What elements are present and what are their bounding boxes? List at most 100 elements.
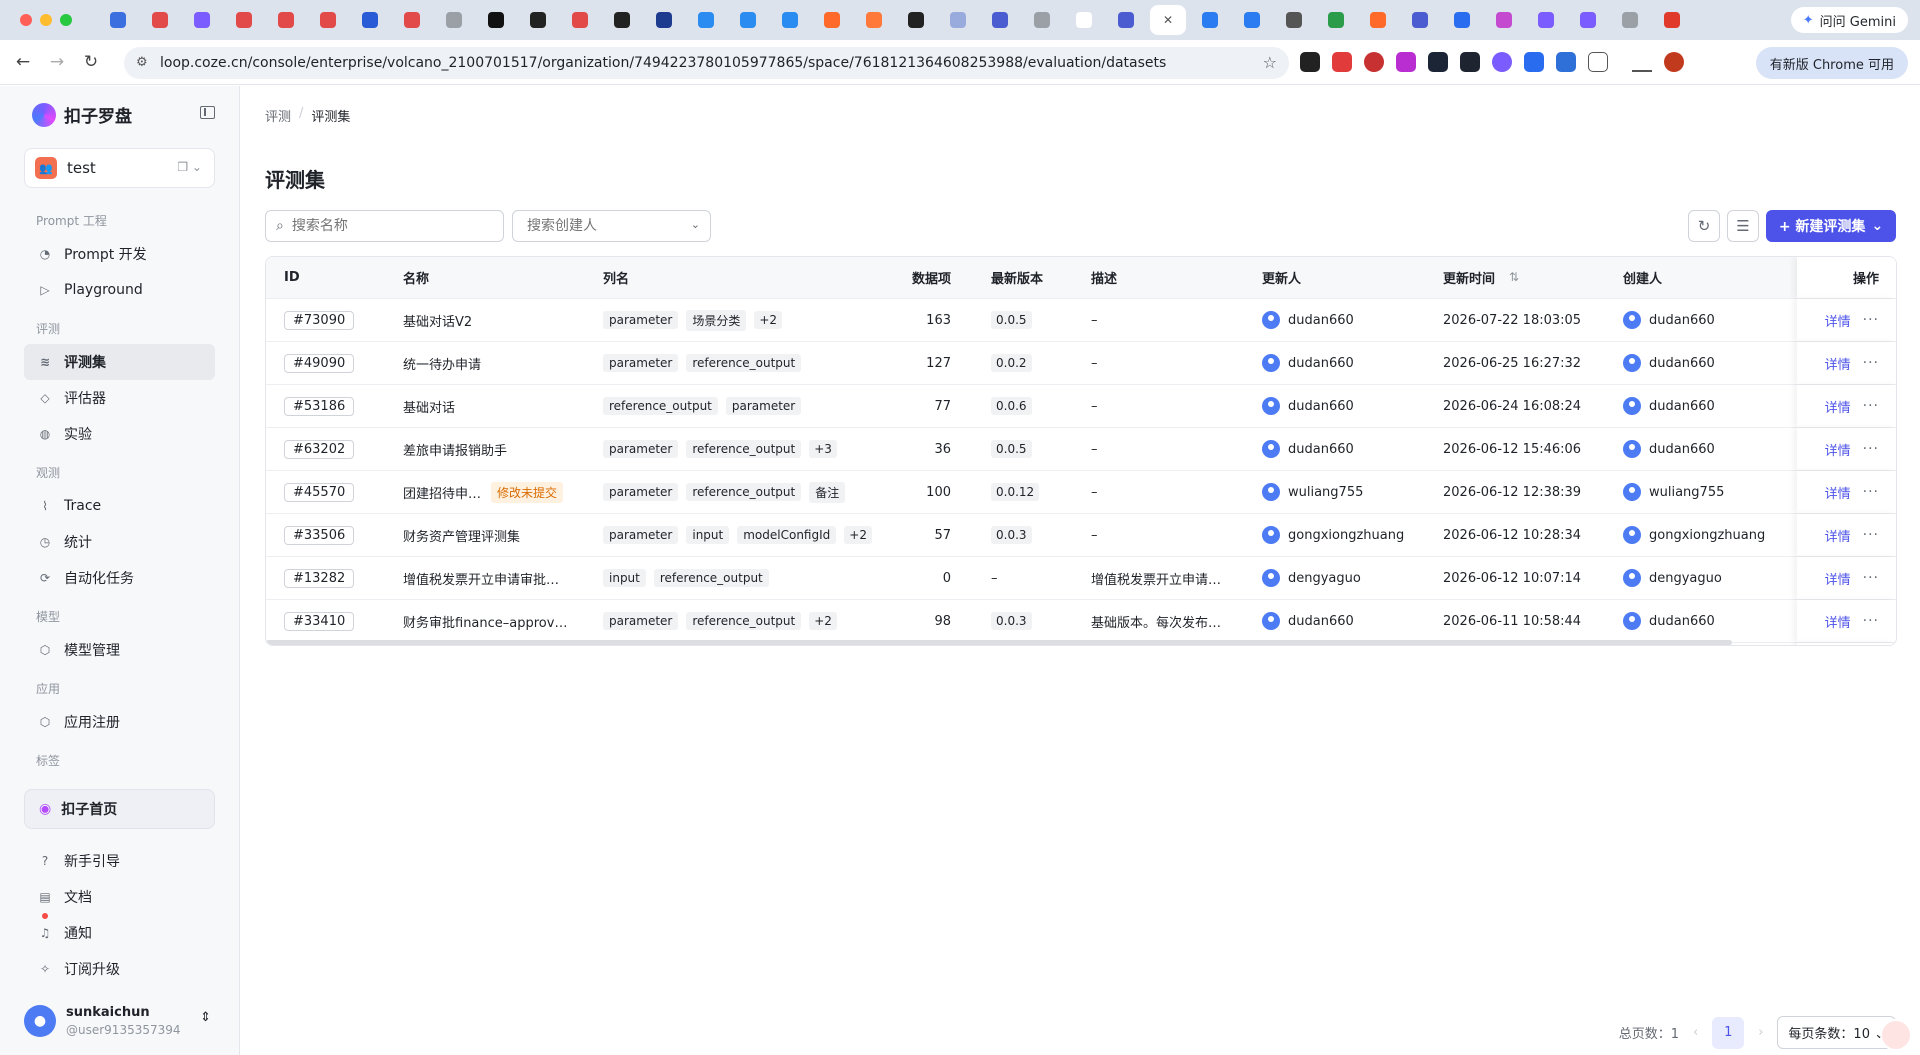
browser-tab[interactable] [1654, 5, 1690, 35]
horizontal-scrollbar[interactable] [266, 640, 1732, 645]
more-actions-icon[interactable]: ··· [1863, 570, 1879, 586]
browser-tab[interactable] [1024, 5, 1060, 35]
sidebar-item-database[interactable]: ≋ 评测集 [24, 344, 215, 380]
sidebar-item-stats[interactable]: ◷ 统计 [24, 524, 215, 560]
search-name-field[interactable]: ⌕ [265, 210, 504, 242]
browser-tab[interactable] [772, 5, 808, 35]
extension-icon[interactable] [1300, 52, 1320, 72]
detail-link[interactable]: 详情 [1825, 483, 1851, 502]
extension-icon[interactable] [1396, 52, 1416, 72]
browser-tab[interactable] [688, 5, 724, 35]
brand-logo[interactable]: 扣子罗盘 [32, 102, 132, 127]
more-actions-icon[interactable]: ··· [1863, 355, 1879, 371]
table-row[interactable]: #63202 差旅申请报销助手 parameter reference_output +… [266, 428, 1896, 471]
more-actions-icon[interactable]: ··· [1863, 527, 1879, 543]
detail-link[interactable]: 详情 [1825, 311, 1851, 330]
browser-tab[interactable] [268, 5, 304, 35]
dataset-name[interactable]: 基础对话 [403, 397, 455, 416]
reload-icon[interactable]: ↻ [74, 52, 108, 72]
forward-icon[interactable]: → [40, 52, 74, 72]
bookmark-star-icon[interactable]: ☆ [1263, 53, 1277, 72]
creator-search-input[interactable] [527, 218, 707, 234]
ask-gemini-button[interactable]: ✦ 问问 Gemini [1790, 7, 1908, 33]
browser-tab[interactable] [730, 5, 766, 35]
extension-icon[interactable] [1364, 52, 1384, 72]
dataset-id-tag[interactable]: #33506 [284, 525, 355, 545]
dataset-name[interactable]: 统一待办申请 [403, 354, 481, 373]
table-row[interactable]: #49090 统一待办申请 parameter reference_output 127… [266, 342, 1896, 385]
table-row[interactable]: #53186 基础对话 reference_output parameter 77 0.0… [266, 385, 1896, 428]
detail-link[interactable]: 详情 [1825, 612, 1851, 631]
dataset-name[interactable]: 团建招待申… [403, 483, 481, 502]
browser-tab[interactable] [520, 5, 556, 35]
browser-tab[interactable] [856, 5, 892, 35]
browser-tab[interactable] [184, 5, 220, 35]
sidebar-item-upgrade[interactable]: ✧ 订阅升级 [24, 951, 215, 987]
dataset-id-tag[interactable]: #33410 [284, 611, 355, 631]
next-page-icon[interactable]: › [1758, 1025, 1763, 1040]
browser-tab[interactable] [226, 5, 262, 35]
column-header[interactable]: 更新时间 [1443, 257, 1613, 298]
browser-tab[interactable] [142, 5, 178, 35]
browser-tab[interactable] [436, 5, 472, 35]
detail-link[interactable]: 详情 [1825, 440, 1851, 459]
extension-icon[interactable] [1524, 52, 1544, 72]
more-actions-icon[interactable]: ··· [1863, 312, 1879, 328]
user-profile[interactable]: ● sunkaichun @user9135357394 ⇕ [24, 996, 215, 1046]
page-size-select[interactable]: 每页条数：10 ⌄ [1777, 1016, 1896, 1049]
sidebar-item-trace[interactable]: ⌇ Trace [24, 488, 215, 524]
browser-tab[interactable] [898, 5, 934, 35]
sidebar-collapse-icon[interactable] [200, 106, 215, 119]
sidebar-item-experiment[interactable]: ◍ 实验 [24, 416, 215, 452]
browser-tab-active[interactable]: ✕ [1150, 5, 1186, 35]
dataset-id-tag[interactable]: #53186 [284, 396, 355, 416]
sidebar-item-bell[interactable]: ♫ 通知 [24, 913, 215, 951]
back-icon[interactable]: ← [6, 52, 40, 72]
sidebar-item-prompt[interactable]: ◔ Prompt 开发 [24, 236, 215, 272]
sort-icon[interactable]: ⇅ [1509, 270, 1519, 284]
close-window-button[interactable] [20, 14, 32, 26]
browser-tab[interactable] [1612, 5, 1648, 35]
dataset-id-tag[interactable]: #45570 [284, 482, 355, 502]
browser-tab[interactable] [1108, 5, 1144, 35]
space-selector[interactable]: 👥 test ❐ ⌄ [24, 148, 215, 188]
browser-tab[interactable] [604, 5, 640, 35]
update-chrome-button[interactable]: 有新版 Chrome 可用 [1755, 47, 1908, 79]
profile-avatar[interactable] [1664, 52, 1684, 72]
detail-link[interactable]: 详情 [1825, 526, 1851, 545]
browser-tab[interactable] [478, 5, 514, 35]
current-page[interactable]: 1 [1712, 1016, 1745, 1049]
more-actions-icon[interactable]: ··· [1863, 398, 1879, 414]
more-columns-tag[interactable]: +2 [754, 311, 783, 329]
table-row[interactable]: #45570 团建招待申… 修改未提交 parameter reference_outp… [266, 471, 1896, 514]
refresh-button[interactable]: ↻ [1688, 210, 1720, 242]
site-info-icon[interactable]: ⚙ [136, 55, 148, 70]
breadcrumb-evaluation[interactable]: 评测 [265, 106, 291, 125]
browser-tab[interactable] [1486, 5, 1522, 35]
sidebar-item-doc[interactable]: ▤ 文档 [24, 879, 215, 915]
browser-tab[interactable] [1360, 5, 1396, 35]
copy-chevron-icon[interactable]: ❐ ⌄ [177, 160, 202, 174]
sidebar-item-play[interactable]: ▷ Playground [24, 272, 215, 308]
table-row[interactable]: #13282 增值税发票开立申请审批… input reference_output 0… [266, 557, 1896, 600]
browser-tab[interactable] [1234, 5, 1270, 35]
browser-tab[interactable] [1318, 5, 1354, 35]
puzzle-icon[interactable] [1588, 52, 1608, 72]
browser-tab[interactable] [814, 5, 850, 35]
sidebar-item-evaluator[interactable]: ◇ 评估器 [24, 380, 215, 416]
dataset-id-tag[interactable]: #13282 [284, 568, 355, 588]
extension-icon[interactable] [1332, 52, 1352, 72]
browser-tab[interactable] [310, 5, 346, 35]
browser-tab[interactable] [646, 5, 682, 35]
sidebar-item-model[interactable]: ⬡ 模型管理 [24, 632, 215, 668]
dataset-name[interactable]: 增值税发票开立申请审批… [403, 569, 559, 588]
prev-page-icon[interactable]: ‹ [1693, 1025, 1698, 1040]
browser-tab[interactable] [1276, 5, 1312, 35]
detail-link[interactable]: 详情 [1825, 569, 1851, 588]
extension-icon[interactable] [1428, 52, 1448, 72]
dataset-name[interactable]: 财务审批finance–approv… [403, 612, 567, 631]
browser-tab[interactable] [1528, 5, 1564, 35]
browser-tab[interactable] [562, 5, 598, 35]
column-settings-button[interactable]: ☰ [1727, 210, 1759, 242]
more-actions-icon[interactable]: ··· [1863, 441, 1879, 457]
